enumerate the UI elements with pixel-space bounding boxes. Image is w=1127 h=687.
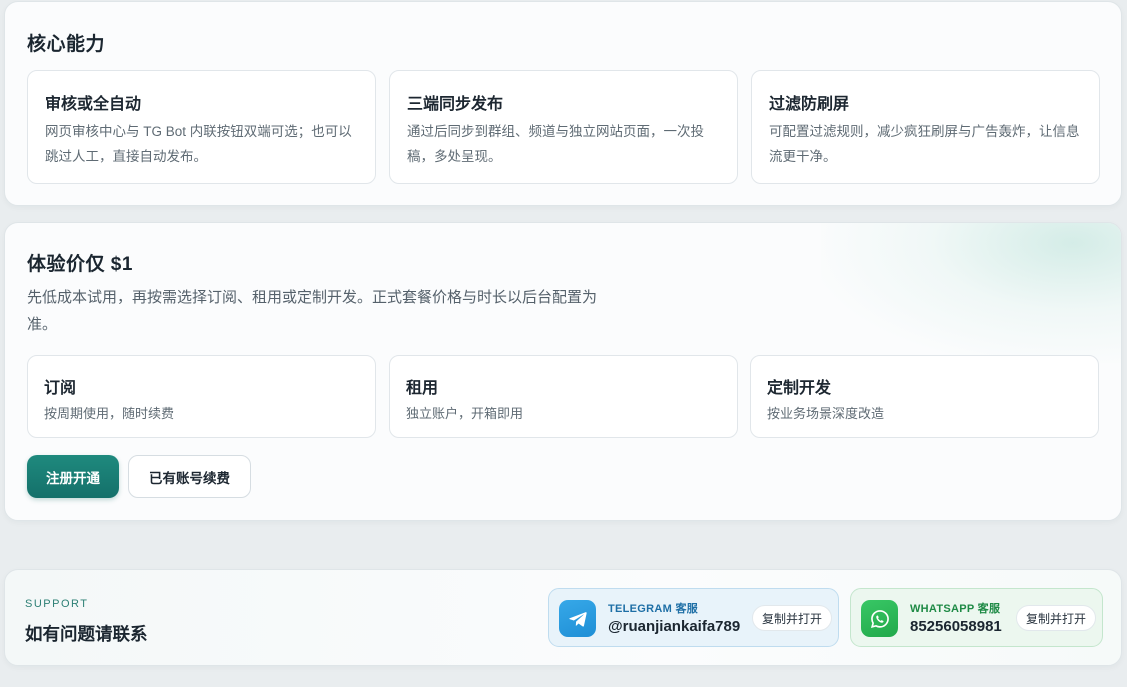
copy-open-button[interactable]: 复制并打开 [1016, 605, 1097, 631]
support-title: 如有问题请联系 [25, 624, 148, 644]
plan-desc: 按业务场景深度改造 [767, 406, 885, 421]
plan-desc: 按周期使用，随时续费 [44, 406, 175, 421]
telegram-icon [559, 600, 596, 637]
contact-label: WHATSAPP 客服 [910, 603, 1001, 615]
feature-title: 审核或全自动 [45, 96, 142, 113]
contact-value: @ruanjiankaifa789 [608, 618, 741, 635]
renew-button[interactable]: 已有账号续费 [128, 455, 251, 498]
feature-desc: 通过后同步到群组、频道与独立网站页面，一次投稿，多处呈现。 [407, 124, 704, 164]
feature-desc: 可配置过滤规则，减少疯狂刷屏与广告轰炸，让信息流更干净。 [769, 124, 1080, 164]
decorative-glow [821, 223, 1121, 363]
plan-title: 定制开发 [767, 380, 832, 397]
feature-title: 过滤防刷屏 [769, 96, 850, 113]
plan-title: 租用 [406, 380, 439, 397]
support-card: SUPPORT 如有问题请联系 TELEGRAM 客服 @ruanjiankai… [4, 569, 1122, 666]
feature-title: 三端同步发布 [407, 96, 504, 113]
feature-card-sync: 三端同步发布 通过后同步到群组、频道与独立网站页面，一次投稿，多处呈现。 [389, 70, 738, 184]
telegram-contact[interactable]: TELEGRAM 客服 @ruanjiankaifa789 复制并打开 [548, 588, 839, 647]
section-title: 核心能力 [27, 34, 106, 55]
feature-card-review: 审核或全自动 网页审核中心与 TG Bot 内联按钮双端可选；也可以跳过人工，直… [27, 70, 376, 184]
pricing-card: 体验价仅 $1 先低成本试用，再按需选择订阅、租用或定制开发。正式套餐价格与时长… [4, 222, 1122, 521]
contact-value: 85256058981 [910, 618, 1002, 635]
plan-card-custom: 定制开发 按业务场景深度改造 [750, 355, 1099, 438]
pricing-title: 体验价仅 $1 [27, 254, 133, 275]
plan-card-rent: 租用 独立账户，开箱即用 [389, 355, 738, 438]
plan-title: 订阅 [44, 380, 77, 397]
contact-label: TELEGRAM 客服 [608, 603, 699, 615]
feature-desc: 网页审核中心与 TG Bot 内联按钮双端可选；也可以跳过人工，直接自动发布。 [45, 124, 352, 164]
support-eyebrow: SUPPORT [25, 598, 89, 610]
whatsapp-contact[interactable]: WHATSAPP 客服 85256058981 复制并打开 [850, 588, 1103, 647]
plan-desc: 独立账户，开箱即用 [406, 406, 524, 421]
plan-card-subscribe: 订阅 按周期使用，随时续费 [27, 355, 376, 438]
feature-card-filter: 过滤防刷屏 可配置过滤规则，减少疯狂刷屏与广告轰炸，让信息流更干净。 [751, 70, 1100, 184]
whatsapp-icon [861, 600, 898, 637]
register-button[interactable]: 注册开通 [27, 455, 119, 498]
core-capabilities-card: 核心能力 审核或全自动 网页审核中心与 TG Bot 内联按钮双端可选；也可以跳… [4, 1, 1122, 206]
pricing-desc: 先低成本试用，再按需选择订阅、租用或定制开发。正式套餐价格与时长以后台配置为准。 [27, 289, 598, 333]
copy-open-button[interactable]: 复制并打开 [752, 605, 833, 631]
